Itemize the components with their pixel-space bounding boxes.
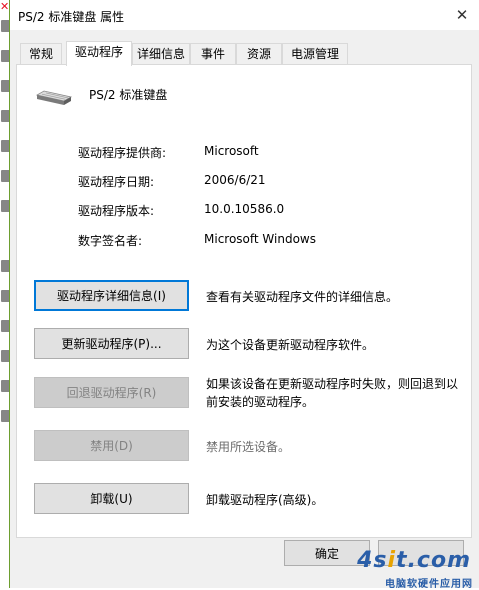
driver-provider-value: Microsoft	[204, 144, 259, 158]
close-icon[interactable]: ✕	[448, 2, 476, 28]
update-driver-button[interactable]: 更新驱动程序(P)...	[34, 328, 189, 359]
properties-dialog: PS/2 标准键盘 属性 ✕ 常规 驱动程序 详细信息 事件 资源 电源管理 P…	[9, 0, 479, 588]
watermark-logo: 4sit.com	[357, 548, 471, 573]
driver-details-button[interactable]: 驱动程序详细信息(I)	[34, 280, 189, 311]
uninstall-driver-button[interactable]: 卸载(U)	[34, 483, 189, 514]
roll-back-driver-button[interactable]: 回退驱动程序(R)	[34, 377, 189, 408]
title-bar[interactable]: PS/2 标准键盘 属性 ✕	[10, 0, 479, 30]
window-title: PS/2 标准键盘 属性	[18, 10, 125, 24]
disable-device-button[interactable]: 禁用(D)	[34, 430, 189, 461]
site-watermark: 4sit.com 电脑软硬件应用网	[355, 546, 477, 590]
disable-device-description: 禁用所选设备。	[206, 440, 291, 454]
digital-signer-label: 数字签名者:	[78, 234, 143, 248]
driver-tab-panel: PS/2 标准键盘 驱动程序提供商: Microsoft 驱动程序日期: 200…	[16, 64, 472, 538]
digital-signer-value: Microsoft Windows	[204, 232, 316, 246]
driver-version-value: 10.0.10586.0	[204, 202, 285, 216]
update-driver-description: 为这个设备更新驱动程序软件。	[206, 338, 375, 352]
device-name: PS/2 标准键盘	[89, 88, 168, 102]
tab-resources[interactable]: 资源	[236, 43, 282, 64]
tab-details[interactable]: 详细信息	[132, 43, 190, 64]
uninstall-driver-description: 卸载驱动程序(高级)。	[206, 493, 324, 507]
driver-date-label: 驱动程序日期:	[78, 175, 155, 189]
tab-events[interactable]: 事件	[190, 43, 236, 64]
roll-back-driver-description: 如果该设备在更新驱动程序时失败，则回退到以前安装的驱动程序。	[206, 377, 459, 409]
driver-provider-label: 驱动程序提供商:	[78, 146, 167, 160]
tab-driver[interactable]: 驱动程序	[66, 41, 132, 66]
keyboard-icon	[36, 90, 72, 105]
driver-date-value: 2006/6/21	[204, 173, 266, 187]
driver-details-description: 查看有关驱动程序文件的详细信息。	[206, 290, 399, 304]
tab-power-management[interactable]: 电源管理	[282, 43, 348, 64]
driver-version-label: 驱动程序版本:	[78, 204, 155, 218]
tab-general[interactable]: 常规	[20, 43, 62, 64]
